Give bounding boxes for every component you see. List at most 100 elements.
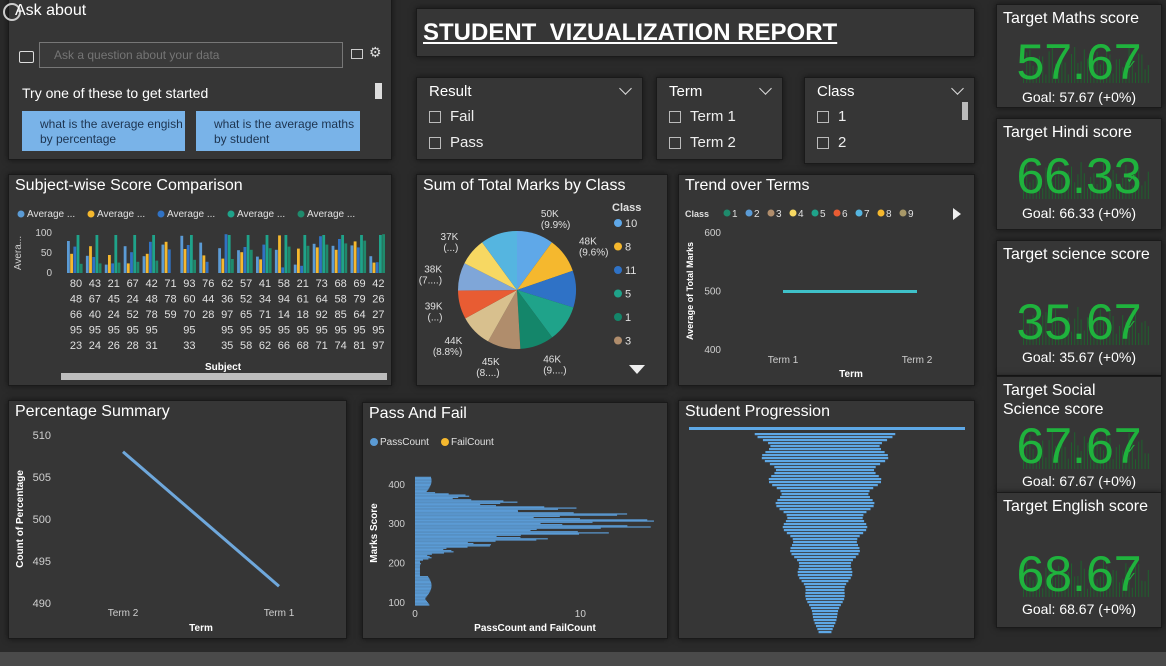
- checkbox[interactable]: [817, 136, 829, 149]
- qa-subtitle: Try one of these to get started: [22, 85, 209, 101]
- bar: [315, 247, 319, 273]
- kpi-goal: Goal: 68.67 (+0%): [1021, 601, 1136, 617]
- table-cell: 42: [145, 278, 157, 290]
- bar: [415, 505, 497, 507]
- bar: [415, 546, 468, 548]
- table-cell: 71: [259, 309, 271, 321]
- table-cell: 95: [108, 325, 120, 337]
- table-cell: 52: [127, 309, 139, 321]
- table-cell: 73: [316, 278, 328, 290]
- horizontal-scrollbar[interactable]: [61, 373, 387, 380]
- bar: [415, 501, 518, 503]
- bar: [415, 547, 447, 549]
- checkbox[interactable]: [669, 136, 681, 149]
- bar: [415, 516, 534, 519]
- slicer-option-class-2[interactable]: 2: [817, 134, 846, 151]
- legend-label: 7: [864, 209, 870, 220]
- table-cell: 21: [108, 278, 120, 290]
- slicer-option-fail[interactable]: Fail: [429, 108, 474, 125]
- data-label: (8....): [476, 368, 499, 379]
- bar: [415, 548, 444, 551]
- slicer-option-pass[interactable]: Pass: [429, 134, 483, 151]
- bar: [218, 248, 221, 273]
- bar: [415, 597, 426, 599]
- chevron-down-icon[interactable]: [951, 82, 964, 95]
- bar: [415, 537, 521, 539]
- bar: [303, 235, 307, 273]
- slicer-option-class-1[interactable]: 1: [817, 108, 846, 125]
- bar: [382, 234, 385, 273]
- funnel-bar: [791, 553, 859, 556]
- bar: [415, 577, 429, 579]
- table-cell: 48: [145, 294, 157, 306]
- table-cell: 93: [183, 278, 195, 290]
- bar: [136, 261, 140, 273]
- table-cell: 95: [127, 325, 139, 337]
- table-cell: 52: [240, 294, 252, 306]
- table-cell: 42: [372, 278, 384, 290]
- table-cell: 95: [259, 325, 271, 337]
- checkbox[interactable]: [669, 110, 681, 123]
- table-cell: 64: [353, 309, 365, 321]
- kpi-goal: Goal: 35.67 (+0%): [1021, 349, 1136, 365]
- bar: [415, 587, 432, 590]
- x-tick-label: 0: [412, 609, 418, 620]
- bar: [338, 239, 341, 273]
- funnel-bar: [790, 547, 860, 550]
- table-cell: 68: [334, 278, 346, 290]
- bar: [415, 555, 430, 558]
- funnel-bar: [768, 442, 882, 445]
- table-cell: 67: [89, 294, 101, 306]
- gear-icon[interactable]: ⚙: [369, 45, 382, 59]
- bar: [415, 512, 574, 514]
- scroll-thumb[interactable]: [375, 83, 382, 99]
- funnel-bar: [779, 508, 871, 511]
- legend-marker: [227, 210, 235, 218]
- chevron-down-icon[interactable]: [619, 82, 632, 95]
- checkbox[interactable]: [429, 136, 441, 149]
- chevron-down-icon[interactable]: [759, 82, 772, 95]
- show-all-icon[interactable]: [351, 49, 363, 59]
- class-slicer: Class 1 2: [804, 77, 975, 164]
- funnel-bar: [774, 472, 876, 475]
- bar: [152, 235, 155, 273]
- table-cell: 36: [221, 294, 233, 306]
- table-cell: 18: [297, 309, 309, 321]
- bar: [167, 249, 171, 273]
- qa-input[interactable]: [39, 42, 343, 68]
- y-tick-label: 600: [704, 228, 721, 239]
- y-tick-label: 300: [388, 519, 405, 530]
- scroll-thumb[interactable]: [962, 102, 968, 120]
- bar: [415, 489, 428, 491]
- table-cell: 21: [297, 278, 309, 290]
- table-cell: 95: [278, 325, 290, 337]
- table-cell: 68: [297, 340, 309, 352]
- checkbox[interactable]: [429, 110, 441, 123]
- table-cell: 43: [89, 278, 101, 290]
- table-cell: 40: [89, 309, 101, 321]
- bar: [415, 540, 496, 542]
- suggestion-button[interactable]: what is the average engish by percentage: [22, 111, 185, 151]
- funnel-bar: [790, 535, 860, 538]
- data-label: 39K: [425, 301, 443, 312]
- data-label: (...): [443, 243, 458, 254]
- bar: [415, 578, 430, 580]
- bar: [130, 252, 133, 273]
- bar: [265, 235, 269, 273]
- funnel-bar: [780, 496, 870, 499]
- table-cell: 97: [221, 309, 233, 321]
- slicer-option-term-2[interactable]: Term 2: [669, 134, 736, 151]
- bar: [375, 262, 379, 273]
- funnel-bar: [777, 499, 873, 502]
- suggestion-button[interactable]: what is the average maths by student: [196, 111, 360, 151]
- play-icon[interactable]: [953, 208, 961, 220]
- table-cell: 27: [372, 309, 384, 321]
- checkbox[interactable]: [817, 110, 829, 123]
- bar: [221, 258, 225, 273]
- legend-marker: [723, 209, 731, 217]
- chevron-down-icon[interactable]: [629, 365, 645, 374]
- funnel-bar: [769, 481, 881, 484]
- legend-label: PassCount: [380, 437, 429, 448]
- slicer-option-term-1[interactable]: Term 1: [669, 108, 736, 125]
- funnel-bar: [782, 526, 868, 529]
